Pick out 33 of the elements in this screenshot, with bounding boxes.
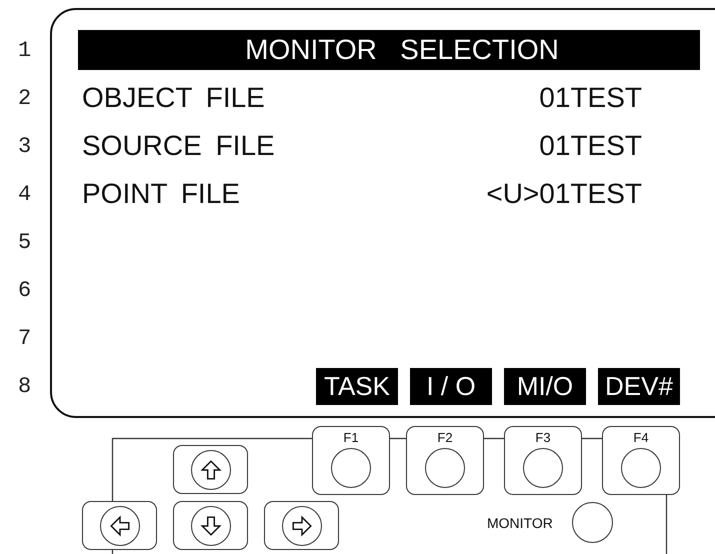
line-number: 1 <box>18 38 32 62</box>
soft-key-label: MI/O <box>504 368 586 404</box>
monitor-label: MONITOR <box>487 515 553 531</box>
line-number: 8 <box>18 374 32 398</box>
function-key-button[interactable]: F4 <box>602 426 680 495</box>
up-arrow-button[interactable] <box>173 445 248 494</box>
soft-key-label: I / O <box>410 368 492 404</box>
file-label: POINT FILE <box>82 178 240 210</box>
file-name: <U>01TEST <box>486 178 642 210</box>
file-name: 01TEST <box>539 130 642 162</box>
soft-key-label: DEV# <box>598 368 680 404</box>
file-label: OBJECT FILE <box>82 82 265 114</box>
line-number: 7 <box>18 326 32 350</box>
right-arrow-button[interactable] <box>264 501 339 550</box>
up-arrow-icon <box>200 458 222 480</box>
left-arrow-icon <box>108 514 130 536</box>
monitor-button[interactable] <box>572 502 613 543</box>
down-arrow-icon <box>200 514 222 536</box>
file-label: SOURCE FILE <box>82 130 275 162</box>
function-key-button[interactable]: F1 <box>312 426 390 495</box>
line-number: 6 <box>18 278 32 302</box>
file-name: 01TEST <box>539 82 642 114</box>
function-key-button[interactable]: F3 <box>504 426 582 495</box>
screen-title: MONITOR SELECTION <box>78 30 700 70</box>
soft-key-label: TASK <box>316 368 398 404</box>
down-arrow-button[interactable] <box>173 501 248 550</box>
line-number: 2 <box>18 86 32 110</box>
function-key-button[interactable]: F2 <box>406 426 484 495</box>
line-number: 3 <box>18 134 32 158</box>
left-arrow-button[interactable] <box>82 501 157 550</box>
line-number: 5 <box>18 230 32 254</box>
line-number: 4 <box>18 182 32 206</box>
right-arrow-icon <box>290 514 312 536</box>
